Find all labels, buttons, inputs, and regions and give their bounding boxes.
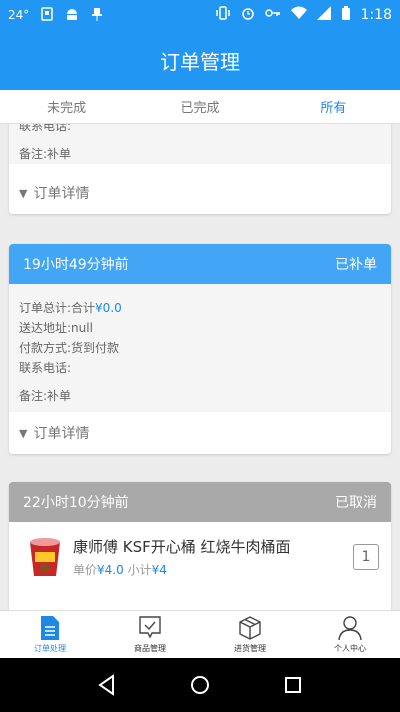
contact-phone: 联系电话:	[19, 361, 72, 375]
order-detail-label: 订单详情	[33, 186, 90, 202]
temperature-text: 24°	[8, 8, 30, 22]
order-time-ago: 19小时49分钟前	[23, 257, 129, 273]
nav-label: 个人中心	[334, 644, 366, 653]
tab-completed[interactable]: 已完成	[133, 90, 266, 123]
item-quantity: 1	[353, 544, 379, 570]
order-detail-toggle[interactable]: ▼ 订单详情	[9, 172, 391, 214]
product-image	[27, 536, 63, 578]
nav-order-processing[interactable]: 订单处理	[0, 611, 100, 658]
clock-time: 1:18	[360, 7, 392, 23]
order-status: 已补单	[335, 257, 377, 273]
person-icon	[338, 616, 362, 641]
order-detail-toggle[interactable]: ▼ 订单详情	[9, 412, 391, 454]
order-list[interactable]: 联系电话: 备注:补单 ▼ 订单详情 19小时49分钟前 已补单 订单总计:合计…	[0, 124, 400, 610]
triangle-down-icon: ▼	[19, 186, 28, 200]
contact-phone: 联系电话:	[19, 124, 72, 133]
vibrate-icon	[215, 6, 231, 24]
unit-price-label: 单价	[73, 563, 98, 577]
home-icon[interactable]	[189, 674, 211, 696]
product-price: 单价¥4.0 小计¥4	[73, 561, 345, 578]
order-card-header: 19小时49分钟前 已补单	[9, 244, 391, 284]
payment-method: 付款方式:货到付款	[19, 341, 120, 355]
order-total-value: ¥0.0	[95, 301, 122, 315]
delivery-address: 送达地址:null	[19, 321, 93, 335]
status-bar: 24° 1:18	[0, 0, 400, 30]
clipboard-icon	[41, 6, 54, 24]
bottom-navigation: 订单处理 商品管理 进货管理 个人中心	[0, 610, 400, 658]
app-bar: 订单管理	[0, 30, 400, 90]
system-navigation-bar	[0, 658, 400, 712]
nav-personal-center[interactable]: 个人中心	[300, 611, 400, 658]
tab-incomplete[interactable]: 未完成	[0, 90, 133, 123]
tab-all[interactable]: 所有	[267, 90, 400, 123]
subtotal-value: ¥4	[151, 563, 167, 577]
page-title: 订单管理	[160, 49, 240, 74]
android-icon	[65, 7, 79, 24]
pin-icon	[91, 7, 103, 24]
alarm-icon	[241, 6, 255, 24]
order-card: 19小时49分钟前 已补单 订单总计:合计¥0.0 送达地址:null 付款方式…	[9, 244, 391, 454]
wifi-icon	[290, 6, 307, 24]
order-card-header: 22小时10分钟前 已取消	[9, 482, 391, 522]
order-note: 备注:补单	[19, 147, 72, 161]
order-filter-tabs: 未完成 已完成 所有	[0, 90, 400, 124]
nav-label: 进货管理	[234, 644, 266, 653]
nav-label: 商品管理	[134, 644, 166, 653]
battery-icon	[341, 6, 351, 24]
triangle-down-icon: ▼	[19, 426, 28, 440]
recents-icon[interactable]	[282, 674, 304, 696]
document-icon	[41, 616, 59, 640]
tag-check-icon	[139, 616, 161, 639]
nav-product-management[interactable]: 商品管理	[100, 611, 200, 658]
product-name: 康师傅 KSF开心桶 红烧牛肉桶面	[73, 538, 291, 556]
nav-label: 订单处理	[34, 644, 66, 653]
unit-price-value: ¥4.0	[97, 563, 124, 577]
order-detail-label: 订单详情	[33, 426, 90, 442]
order-card: 22小时10分钟前 已取消 康师傅 KSF开心桶 红烧牛肉桶面 单价¥4.0 小…	[9, 482, 391, 610]
nav-purchase-management[interactable]: 进货管理	[200, 611, 300, 658]
box-icon	[239, 616, 261, 640]
order-item[interactable]: 康师傅 KSF开心桶 红烧牛肉桶面 单价¥4.0 小计¥4 1	[9, 522, 391, 592]
key-icon	[264, 6, 281, 24]
order-total-label: 订单总计:合计	[19, 301, 96, 315]
order-status: 已取消	[335, 495, 377, 511]
order-time-ago: 22小时10分钟前	[23, 495, 129, 511]
order-note: 备注:补单	[19, 389, 72, 403]
order-total: 订单总计:合计¥0.0	[19, 298, 381, 318]
subtotal-label: 小计	[127, 563, 152, 577]
signal-icon	[316, 6, 331, 24]
back-icon[interactable]	[96, 674, 118, 696]
order-card-partial: 联系电话: 备注:补单 ▼ 订单详情	[9, 124, 391, 214]
